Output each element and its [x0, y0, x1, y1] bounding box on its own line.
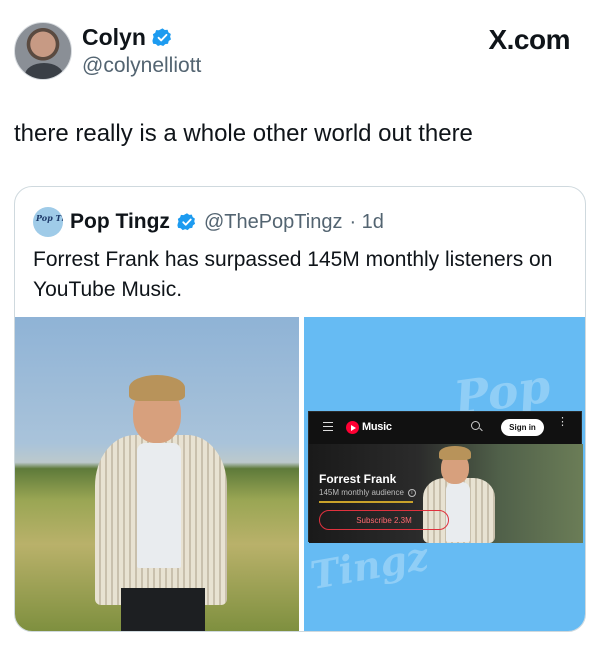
- quoted-tweet-header: Pop Tingz Pop Tingz @ThePopTingz · 1d: [33, 207, 384, 237]
- quoted-avatar-text: Pop Tingz: [36, 213, 63, 223]
- quoted-tweet-card[interactable]: Pop Tingz Pop Tingz @ThePopTingz · 1d Fo…: [14, 186, 586, 632]
- site-label: X.com: [488, 24, 570, 55]
- youtube-music-top-bar: Music Sign in ⋮: [309, 412, 583, 444]
- sign-in-button[interactable]: Sign in: [501, 419, 544, 436]
- artist-photo[interactable]: [15, 317, 299, 631]
- quoted-author-name[interactable]: Pop Tingz: [70, 210, 170, 234]
- quoted-author-handle[interactable]: @ThePopTingz: [204, 211, 343, 234]
- tweet-header: Colyn @colynelliott X.com: [0, 0, 600, 100]
- info-icon[interactable]: i: [407, 488, 416, 497]
- more-options-icon[interactable]: ⋮: [557, 417, 568, 434]
- author-name[interactable]: Colyn: [82, 24, 146, 51]
- author-avatar[interactable]: [14, 22, 72, 80]
- verified-badge-icon: [152, 28, 171, 46]
- author-name-row[interactable]: Colyn: [82, 24, 173, 51]
- youtube-music-screenshot-panel[interactable]: Pop Tingz Music Sign in ⋮ Forrest Frank …: [304, 317, 585, 631]
- subscribe-button[interactable]: Subscribe 2.3M: [319, 510, 449, 530]
- tweet-text: there really is a whole other world out …: [14, 120, 473, 147]
- quoted-tweet-age: · 1d: [349, 210, 384, 233]
- monthly-audience: 145M monthly audience: [319, 488, 404, 497]
- quoted-tweet-media: Pop Tingz Music Sign in ⋮ Forrest Frank …: [15, 317, 585, 631]
- youtube-music-logo-text[interactable]: Music: [362, 421, 392, 433]
- hamburger-menu-icon[interactable]: [323, 422, 333, 431]
- artist-name: Forrest Frank: [319, 472, 397, 486]
- youtube-music-header: Music Sign in ⋮ Forrest Frank 145M month…: [308, 411, 583, 543]
- quoted-tweet-text: Forrest Frank has surpassed 145M monthly…: [33, 248, 553, 301]
- audience-row: 145M monthly audience i: [319, 488, 416, 497]
- verified-badge-icon: [177, 213, 196, 231]
- avatar-shirt: [25, 63, 63, 79]
- search-icon[interactable]: [471, 421, 480, 430]
- audience-underline: [319, 501, 413, 503]
- quoted-author-avatar[interactable]: Pop Tingz: [33, 207, 63, 237]
- artist-figure: [91, 373, 231, 631]
- youtube-music-logo-icon[interactable]: [346, 421, 359, 434]
- author-handle[interactable]: @colynelliott: [82, 54, 201, 78]
